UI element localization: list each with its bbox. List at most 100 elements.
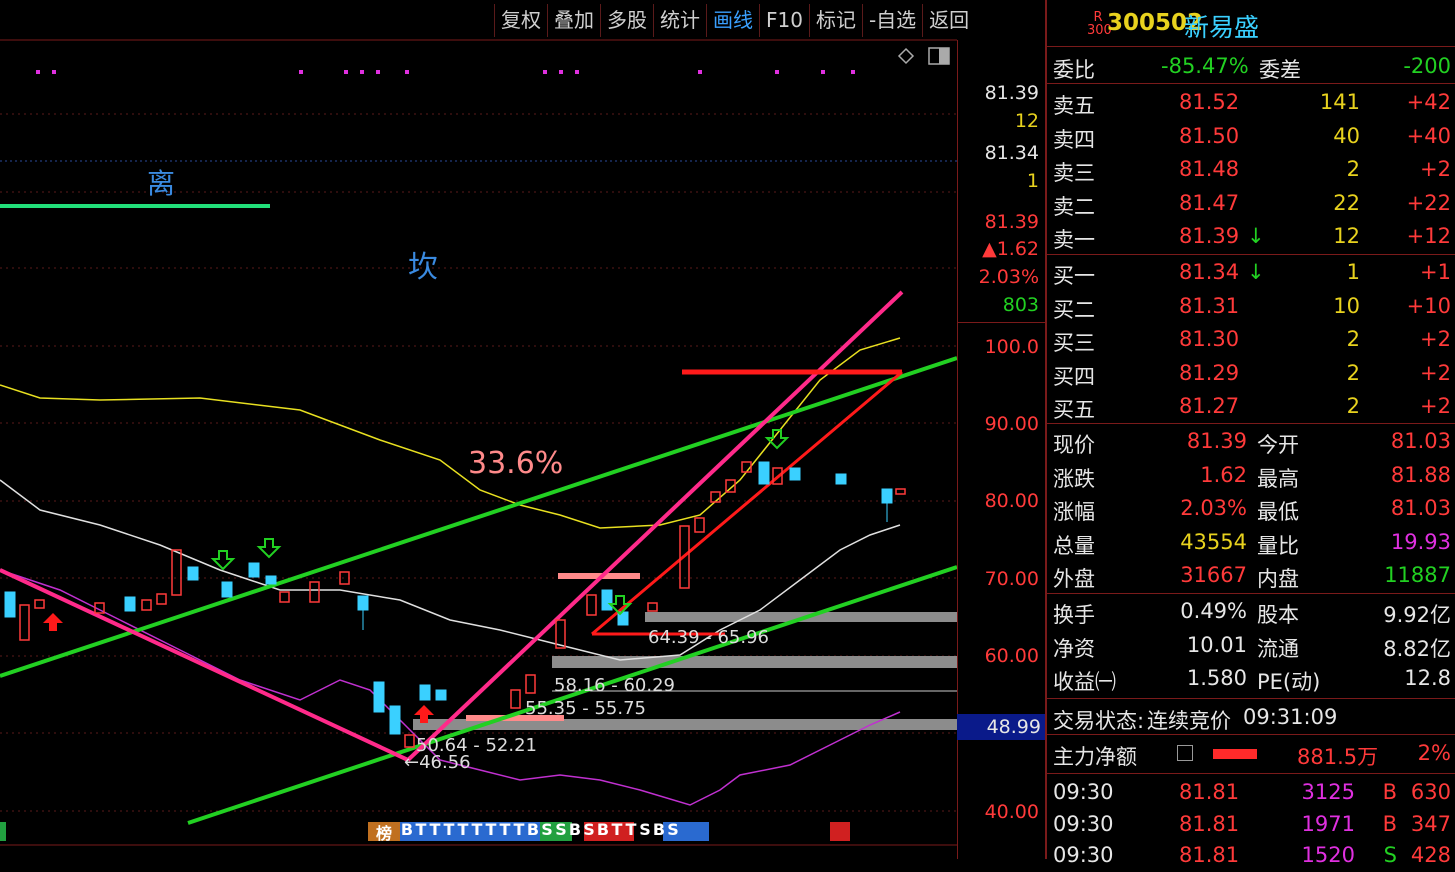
low-price-label: ←46.56 xyxy=(404,752,471,773)
sep-1 xyxy=(1047,46,1455,47)
buy-change: +2 xyxy=(1420,394,1451,418)
bottom-mark: B xyxy=(400,820,414,839)
weibi-row: 委比 -85.47% 委差 -200 xyxy=(1051,50,1455,83)
toolbar-button-5[interactable]: F10 xyxy=(759,4,809,37)
trade-status-time: 09:31:09 xyxy=(1243,705,1338,729)
sep-7 xyxy=(1047,734,1455,735)
sell-row[interactable]: 卖五 81.52 141 +42 xyxy=(1051,86,1455,119)
bottom-mark: T xyxy=(499,820,511,839)
stat-row[interactable]: 总量 43554 量比 19.93 xyxy=(1051,526,1455,559)
stat-value: 81.39 xyxy=(1186,429,1247,453)
trade-status-value: 连续竞价 xyxy=(1147,709,1231,733)
stat2-label-2: 流通 xyxy=(1257,636,1299,661)
kline-chart[interactable]: 复权 叠加 多股 统计 画线 F10 标记 -自选 返回 离 坎 33.6% 64.39 - 6… xyxy=(0,0,969,859)
sell-row[interactable]: 卖一 81.39 ↓ 12 +12 xyxy=(1051,220,1455,253)
bottom-mark: T xyxy=(443,820,455,839)
buy-row[interactable]: 买三 81.30 2 +2 xyxy=(1051,323,1455,356)
stat2-row[interactable]: 净资 10.01 流通 8.82亿 xyxy=(1051,629,1455,662)
toolbar-button-2[interactable]: 多股 xyxy=(600,4,653,37)
tick-volume: 3125 xyxy=(1301,780,1355,804)
zone-label-1: 64.39 - 65.96 xyxy=(648,627,769,648)
axis-change: ▲1.62 xyxy=(982,238,1039,260)
signal-dots xyxy=(36,70,855,74)
bottom-mark: S xyxy=(583,820,595,839)
buy-volume: 2 xyxy=(1346,327,1360,351)
trade-status-row: 交易状态: 连续竞价 09:31:09 xyxy=(1051,701,1455,734)
sep-6 xyxy=(1047,698,1455,699)
toolbar-button-6[interactable]: 标记 xyxy=(808,4,862,37)
toolbar-button-0[interactable]: 复权 xyxy=(494,4,547,37)
list-icon[interactable] xyxy=(1177,745,1193,761)
tick-side: S xyxy=(1383,843,1397,867)
stat2-row[interactable]: 收益㈠ 1.580 PE(动) 12.8 xyxy=(1051,662,1455,695)
tick-count: 630 xyxy=(1410,780,1451,804)
buy-volume: 2 xyxy=(1346,394,1360,418)
sell-price: 81.52 xyxy=(1179,90,1240,114)
stat-row[interactable]: 外盘 31667 内盘 11887 xyxy=(1051,559,1455,592)
tick-price: 81.81 xyxy=(1179,843,1240,867)
stat-row[interactable]: 涨跌 1.62 最高 81.88 xyxy=(1051,459,1455,492)
axis-divider xyxy=(957,322,1045,323)
bottom-mark: S xyxy=(639,820,651,839)
stat-value: 43554 xyxy=(1180,529,1247,554)
buy-row[interactable]: 买五 81.27 2 +2 xyxy=(1051,390,1455,423)
stock-badge: R 300 xyxy=(1087,11,1112,37)
tick-row[interactable]: 09:30 81.81 1971 B 347 xyxy=(1051,808,1455,841)
toolbar-button-4[interactable]: 画线 xyxy=(706,4,759,37)
quote-panel: R 300 300502 新易盛 委比 -85.47% 委差 -200 卖五 81… xyxy=(1045,0,1455,867)
buy-label: 买一 xyxy=(1053,264,1095,288)
tick-row[interactable]: 09:30 81.81 3125 B 630 xyxy=(1051,776,1455,809)
tick-side: B xyxy=(1382,780,1397,804)
bottom-mark: T xyxy=(457,820,469,839)
toolbar-button-7[interactable]: -自选 xyxy=(861,4,922,37)
tick-70: 70.00 xyxy=(984,568,1039,590)
stat2-value: 1.580 xyxy=(1186,666,1247,690)
sell-label: 卖五 xyxy=(1053,94,1095,118)
diamond-icon[interactable] xyxy=(897,47,915,65)
toolbar-button-1[interactable]: 叠加 xyxy=(547,4,600,37)
bottom-mark: 榜 xyxy=(375,824,392,843)
bottom-mark: T xyxy=(625,820,637,839)
stat-value: 31667 xyxy=(1180,563,1247,587)
tick-time: 09:30 xyxy=(1053,780,1114,804)
stat2-value: 10.01 xyxy=(1186,632,1247,657)
zone-label-2: 58.16 - 60.29 xyxy=(554,675,675,696)
buy-change: +1 xyxy=(1420,260,1451,284)
sep-4 xyxy=(1047,423,1455,424)
stat-row[interactable]: 现价 81.39 今开 81.03 xyxy=(1051,425,1455,458)
axis-price: 81.39 xyxy=(984,211,1039,233)
sell-price: 81.48 xyxy=(1179,157,1240,181)
buy-row[interactable]: 买四 81.29 2 +2 xyxy=(1051,357,1455,390)
stat2-value-2: 12.8 xyxy=(1404,666,1451,690)
crosshair-price: 48.99 xyxy=(986,716,1041,738)
buy-price: 81.34 xyxy=(1179,260,1240,284)
main-net-row[interactable]: 主力净额 881.5万 2% xyxy=(1051,737,1455,770)
sell-row[interactable]: 卖四 81.50 40 +40 xyxy=(1051,120,1455,153)
sell-row[interactable]: 卖三 81.48 2 +2 xyxy=(1051,153,1455,186)
stat2-label-2: 股本 xyxy=(1257,603,1299,627)
sep-2 xyxy=(1047,83,1455,84)
chart-toolbar: 复权 叠加 多股 统计 画线 F10 标记 -自选 返回 xyxy=(494,4,975,37)
sell-price: 81.47 xyxy=(1179,190,1240,215)
tick-row[interactable]: 09:30 81.81 1520 S 428 xyxy=(1051,839,1455,872)
toolbar-button-3[interactable]: 统计 xyxy=(653,4,706,37)
stat-label: 涨幅 xyxy=(1053,500,1095,524)
kline-svg[interactable] xyxy=(0,0,958,859)
stat-value-2: 11887 xyxy=(1384,563,1451,587)
sell-change: +40 xyxy=(1406,123,1451,148)
tick-volume: 1971 xyxy=(1301,811,1355,836)
buy-row[interactable]: 买一 81.34 ↓ 1 +1 xyxy=(1051,256,1455,289)
stat-label: 涨跌 xyxy=(1053,466,1095,491)
stat2-value-2: 9.92亿 xyxy=(1383,603,1451,627)
stat-value-2: 19.93 xyxy=(1390,529,1451,554)
pink-downtrend xyxy=(0,568,409,762)
stat2-row[interactable]: 换手 0.49% 股本 9.92亿 xyxy=(1051,595,1455,628)
buy-change: +10 xyxy=(1406,293,1451,318)
sell-row[interactable]: 卖二 81.47 22 +22 xyxy=(1051,187,1455,220)
stat2-label: 净资 xyxy=(1053,636,1095,661)
buy-row[interactable]: 买二 81.31 10 +10 xyxy=(1051,290,1455,323)
sell-change: +22 xyxy=(1406,190,1451,215)
label-kan: 坎 xyxy=(408,250,438,285)
trade-status-label: 交易状态: xyxy=(1053,709,1145,733)
stat-row[interactable]: 涨幅 2.03% 最低 81.03 xyxy=(1051,492,1455,525)
